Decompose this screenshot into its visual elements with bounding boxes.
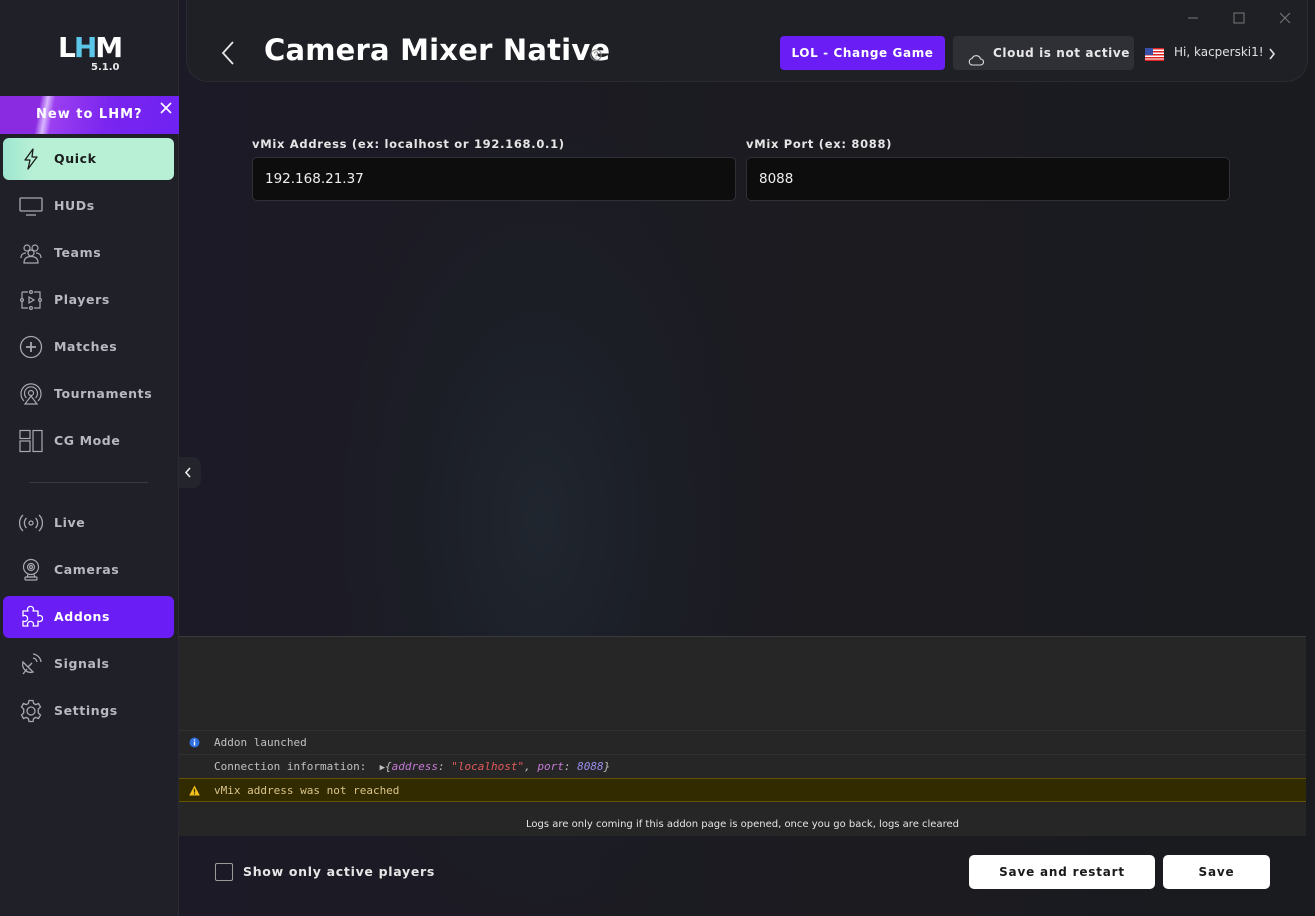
sidebar-item-huds[interactable]: HUDs [3,185,174,227]
us-flag-icon [1145,46,1164,61]
satellite-dish-icon [19,652,43,676]
user-greeting: Hi, kacperski1! [1174,45,1264,59]
show-active-players-label[interactable]: Show only active players [243,864,435,879]
log-entry-object: Connection information: ▶{address: "loca… [179,754,1306,778]
log-message: Addon launched [214,736,307,749]
vmix-port-input[interactable] [746,157,1230,201]
sidebar-item-label: Players [54,292,110,307]
plus-circle-icon [19,335,43,359]
sidebar-item-label: Matches [54,339,118,354]
player-icon [19,288,43,312]
cloud-status-text: Cloud is not active [993,46,1131,60]
sidebar-item-teams[interactable]: Teams [3,232,174,274]
sidebar-item-label: Live [54,515,86,530]
maximize-icon[interactable] [1231,10,1247,26]
webcam-icon [19,558,43,582]
info-icon [189,737,200,748]
close-window-icon[interactable] [1277,10,1293,26]
sidebar-item-label: Tournaments [54,386,153,401]
log-message: Connection information: [214,760,380,773]
sidebar-item-label: Cameras [54,562,120,577]
help-icon[interactable] [590,46,602,61]
sidebar-item-label: HUDs [54,198,95,213]
vmix-address-label: vMix Address (ex: localhost or 192.168.0… [252,137,565,151]
monitor-icon [19,194,43,218]
layout-icon [19,429,43,453]
sidebar-item-quick[interactable]: Quick [3,138,174,180]
minimize-icon[interactable] [1185,10,1201,26]
sidebar-item-label: Signals [54,656,110,671]
sidebar-item-tournaments[interactable]: Tournaments [3,373,174,415]
broadcast-icon [19,382,43,406]
back-button[interactable] [219,40,239,68]
cloud-status-button[interactable]: Cloud is not active [953,36,1134,70]
sidebar-item-label: Quick [54,151,97,166]
sidebar-item-label: Addons [54,609,111,624]
cloud-icon [968,46,984,66]
sidebar-item-addons[interactable]: Addons [3,596,174,638]
gear-icon [19,699,43,723]
sidebar-item-cameras[interactable]: Cameras [3,549,174,591]
page-title: Camera Mixer Native [264,33,611,67]
new-user-banner[interactable]: New to LHM? [0,96,179,134]
lightning-icon [19,147,43,171]
users-icon [19,241,43,265]
collapse-sidebar-button[interactable] [179,457,201,488]
sidebar-item-players[interactable]: Players [3,279,174,321]
sidebar-item-live[interactable]: Live [3,502,174,544]
sidebar-item-label: Teams [54,245,102,260]
sidebar-item-cg-mode[interactable]: CG Mode [3,420,174,462]
save-and-restart-button[interactable]: Save and restart [969,855,1155,889]
sidebar-divider [29,482,148,483]
sidebar-item-signals[interactable]: Signals [3,643,174,685]
change-game-button[interactable]: LOL - Change Game [780,36,945,70]
banner-text: New to LHM? [36,107,143,122]
sidebar-item-settings[interactable]: Settings [3,690,174,732]
vmix-port-label: vMix Port (ex: 8088) [746,137,893,151]
close-icon[interactable] [159,101,173,115]
app-window: LHM 5.1.0 New to LHM? Quick HUDs Teams P… [0,0,1315,916]
main-content: Camera Mixer Native LOL - Change Game Cl… [179,0,1315,916]
logs-note: Logs are only coming if this addon page … [526,819,959,830]
show-active-players-checkbox[interactable] [215,863,233,881]
sidebar-item-matches[interactable]: Matches [3,326,174,368]
save-button[interactable]: Save [1163,855,1270,889]
user-menu[interactable]: Hi, kacperski1! [1145,36,1280,70]
sidebar-item-label: CG Mode [54,433,121,448]
chevron-right-icon [1268,46,1276,60]
page-header: Camera Mixer Native LOL - Change Game Cl… [186,0,1308,82]
live-signal-icon [18,511,44,535]
log-entry-info: Addon launched [179,730,1306,754]
vmix-address-input[interactable] [252,157,736,201]
app-version: 5.1.0 [91,62,120,73]
puzzle-icon [19,605,44,629]
log-entry-warning: vMix address was not reached [179,778,1306,802]
addon-logs-panel: Addon launched Connection information: ▶… [179,636,1306,836]
log-message: vMix address was not reached [214,784,400,797]
sidebar-item-label: Settings [54,703,118,718]
warning-icon [189,785,200,796]
sidebar: LHM 5.1.0 New to LHM? Quick HUDs Teams P… [0,0,179,916]
app-logo: LHM 5.1.0 [58,31,123,74]
